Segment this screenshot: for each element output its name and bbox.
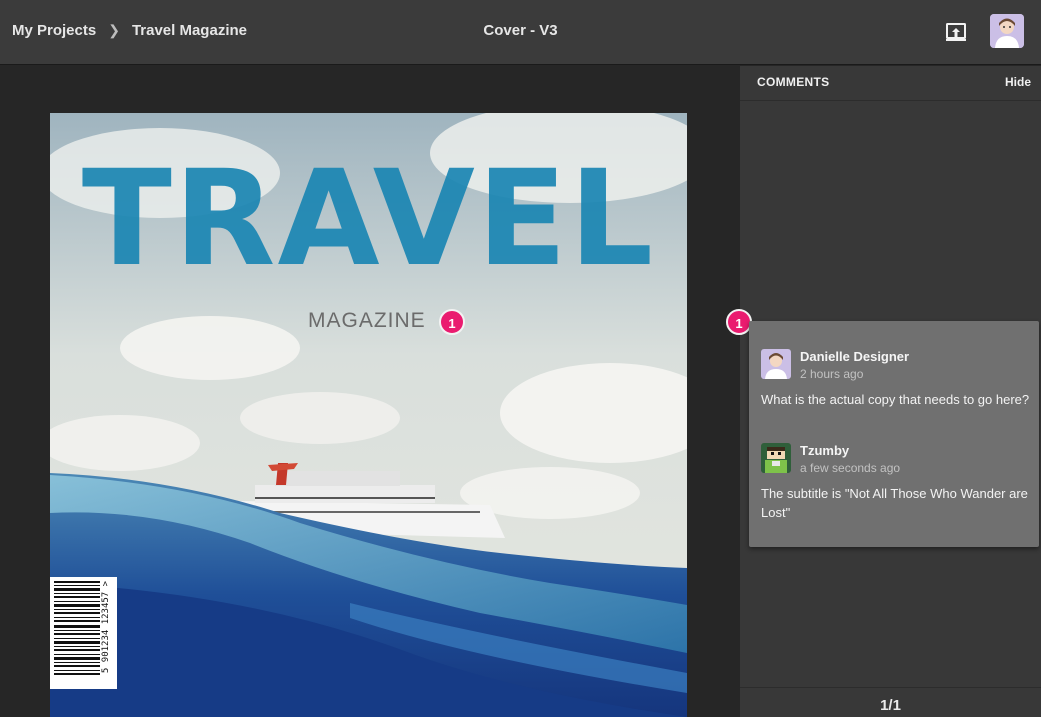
comment-timestamp: a few seconds ago bbox=[800, 461, 901, 475]
breadcrumb-my-projects[interactable]: My Projects bbox=[12, 22, 96, 39]
comment-author: Danielle Designer bbox=[800, 349, 910, 364]
breadcrumb-travel-magazine[interactable]: Travel Magazine bbox=[132, 22, 247, 39]
top-bar: My Projects ❯ Travel Magazine Cover - V3 bbox=[0, 0, 1041, 65]
barcode: 5 901234 123457 > bbox=[50, 577, 117, 689]
breadcrumb: My Projects ❯ Travel Magazine bbox=[12, 22, 247, 39]
cover-title: TRAVEL bbox=[81, 142, 656, 296]
comment-thread[interactable]: Danielle Designer 2 hours ago What is th… bbox=[749, 321, 1039, 547]
comment-text: The subtitle is "Not All Those Who Wande… bbox=[761, 486, 1028, 520]
avatar bbox=[761, 443, 791, 473]
share-upload-icon[interactable] bbox=[944, 20, 968, 44]
comments-panel-header: COMMENTS Hide bbox=[740, 66, 1041, 101]
user-avatar[interactable] bbox=[990, 14, 1024, 48]
design-canvas: TRAVEL MAGAZINE 1 5 901234 123457 > bbox=[0, 66, 739, 717]
comments-panel-title: COMMENTS bbox=[757, 75, 830, 89]
comment-author: Tzumby bbox=[800, 443, 850, 458]
comment-pin-on-cover[interactable]: 1 bbox=[439, 309, 465, 335]
cover-subtitle: MAGAZINE bbox=[308, 309, 426, 332]
comment-timestamp: 2 hours ago bbox=[800, 367, 864, 381]
hide-comments-button[interactable]: Hide bbox=[1005, 75, 1031, 89]
comments-panel-footer: 1/1 bbox=[740, 687, 1041, 717]
comment-text: What is the actual copy that needs to go… bbox=[761, 392, 1030, 407]
document-title: Cover - V3 bbox=[483, 22, 558, 39]
magazine-cover-image[interactable]: TRAVEL MAGAZINE 1 5 901234 123457 > bbox=[50, 113, 687, 717]
avatar bbox=[761, 349, 791, 379]
page-counter: 1/1 bbox=[880, 697, 901, 714]
barcode-number: 5 901234 123457 > bbox=[101, 580, 111, 674]
chevron-right-icon: ❯ bbox=[108, 22, 120, 38]
comments-panel: COMMENTS Hide 1 Danielle Designer 2 hour… bbox=[726, 66, 1041, 717]
